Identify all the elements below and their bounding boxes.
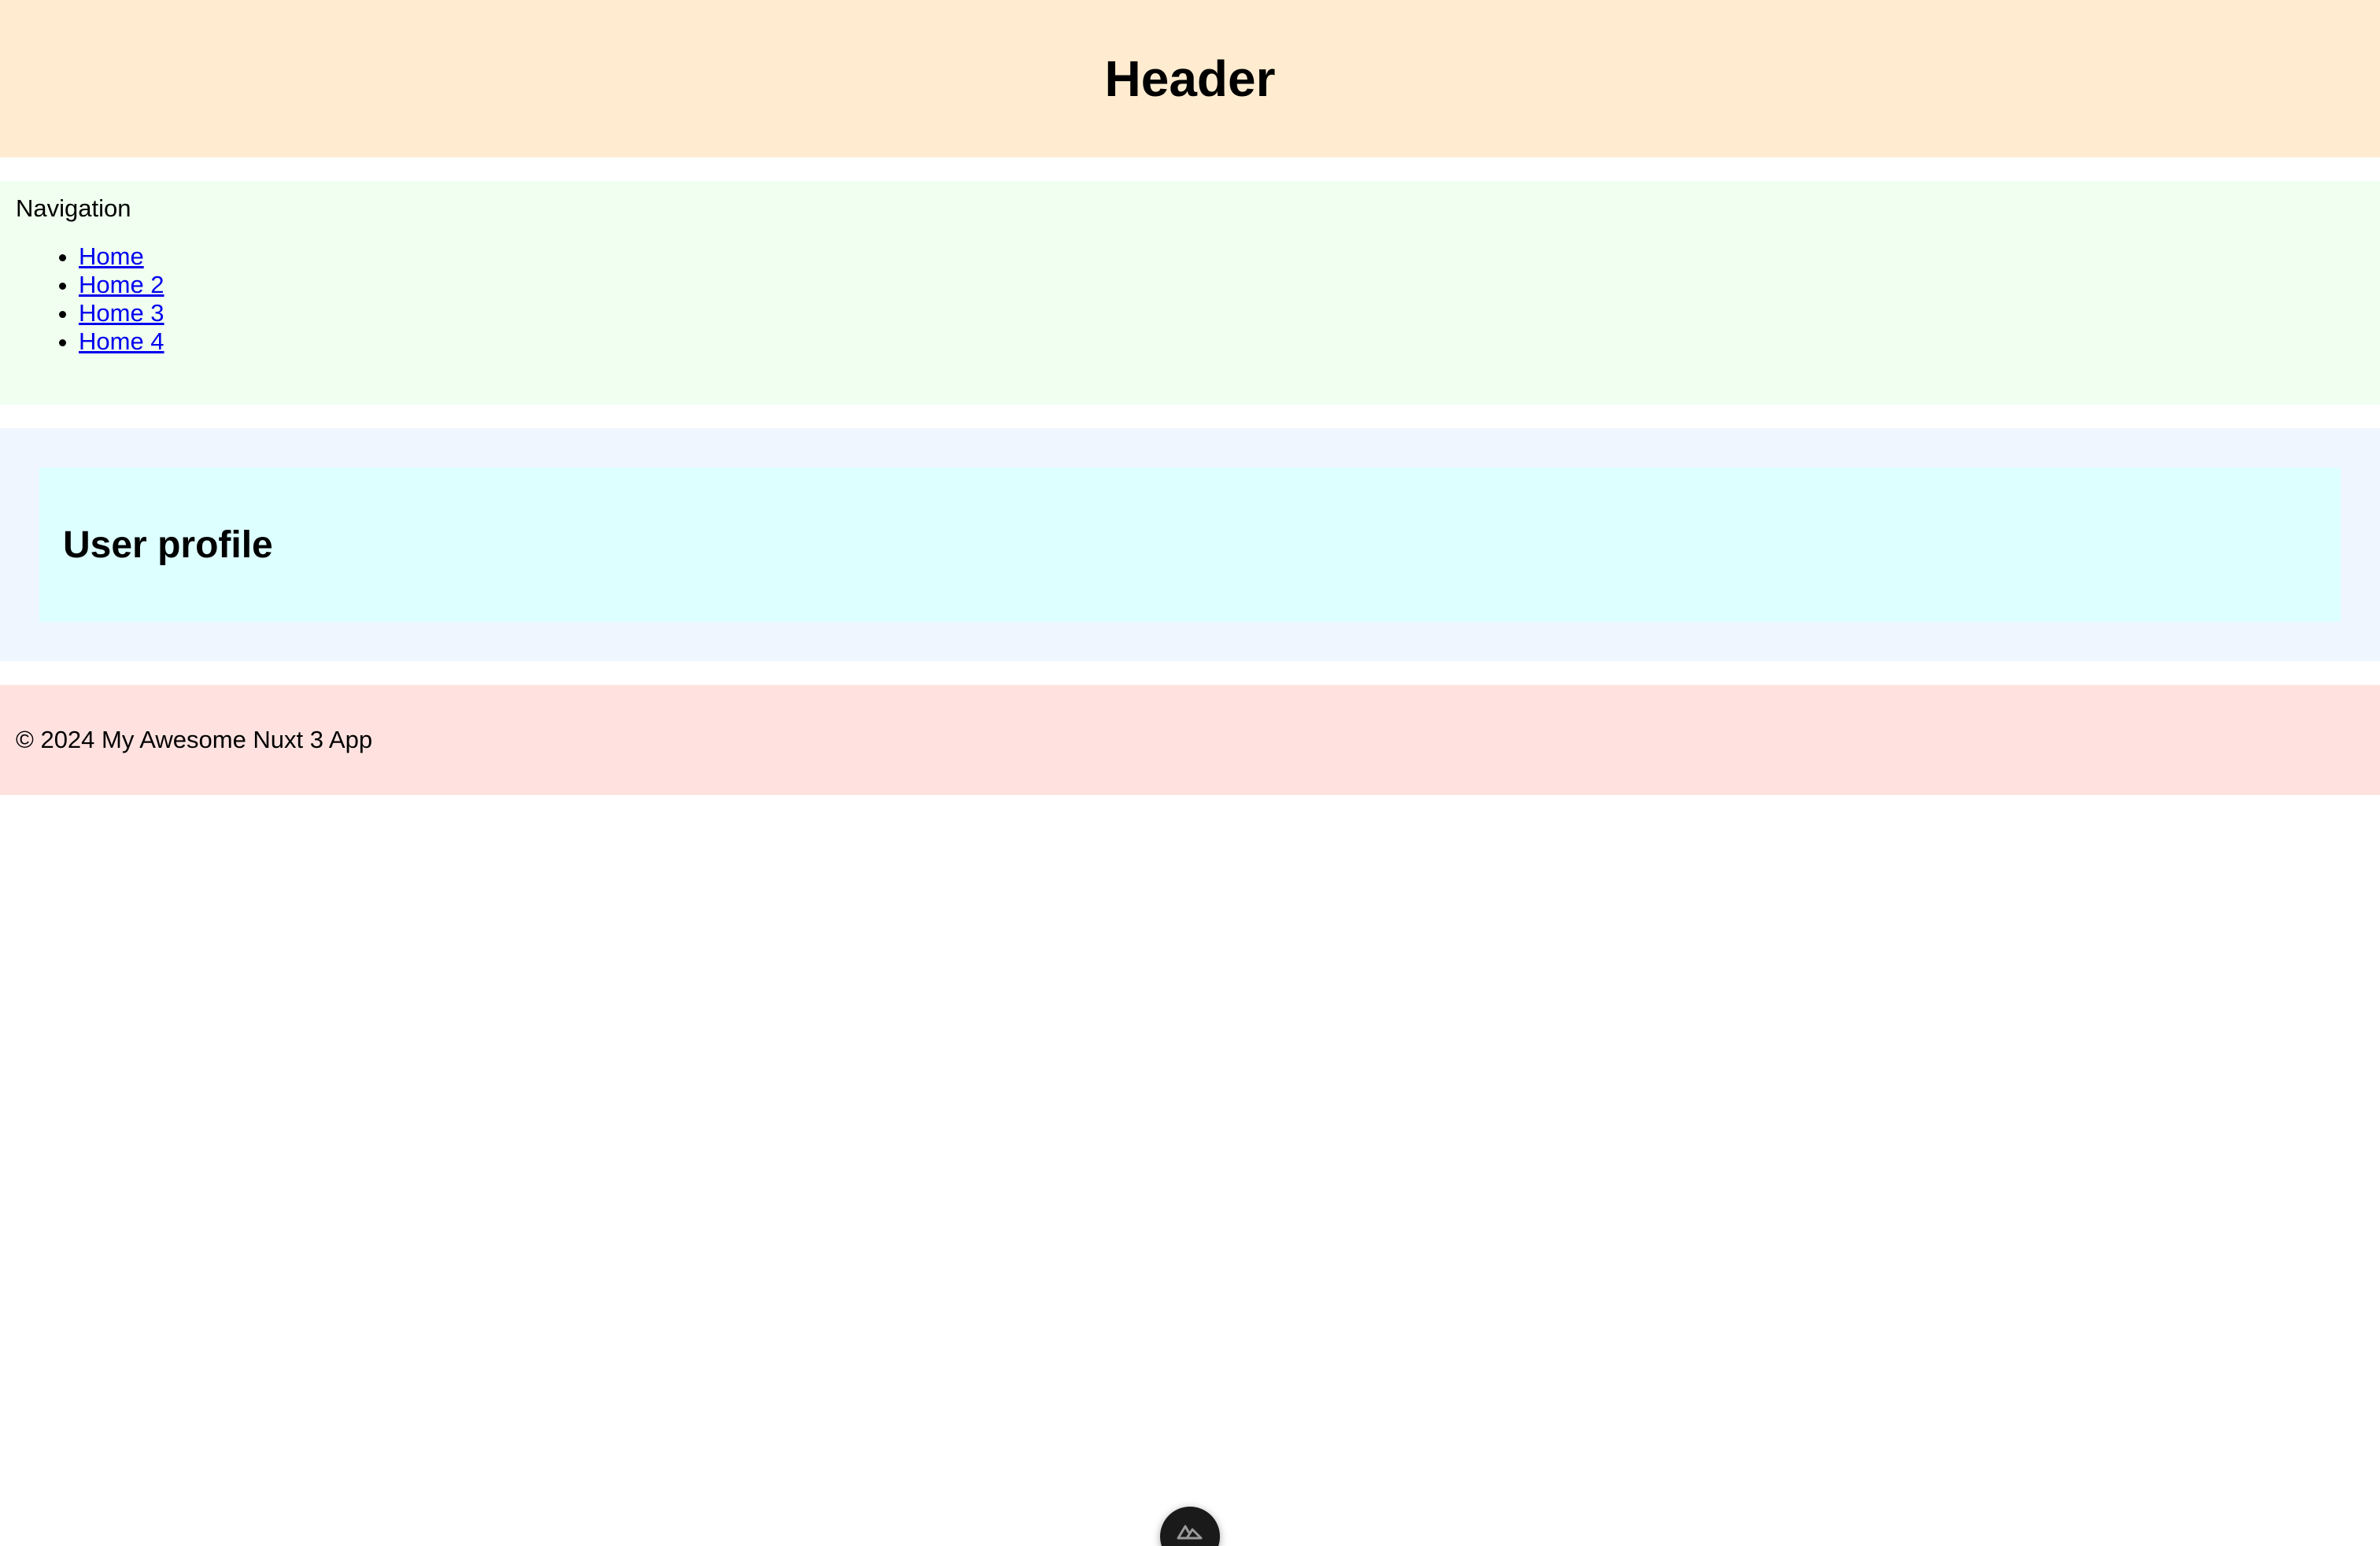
- navigation-list: Home Home 2 Home 3 Home 4: [0, 242, 164, 356]
- nav-list-item: Home 2: [79, 271, 164, 299]
- main-content: User profile: [0, 428, 2380, 661]
- nav-link-home-4[interactable]: Home 4: [79, 327, 164, 355]
- user-profile-card: User profile: [39, 468, 2341, 622]
- nav-link-home[interactable]: Home: [79, 242, 144, 270]
- navigation-section: Navigation Home Home 2 Home 3 Home 4: [0, 181, 2380, 405]
- page-header: Header: [0, 0, 2380, 157]
- header-title: Header: [1104, 50, 1276, 107]
- footer-copyright: © 2024 My Awesome Nuxt 3 App: [16, 726, 373, 753]
- page: Header Navigation Home Home 2 Home 3 Hom…: [0, 0, 2380, 1546]
- nav-list-item: Home: [79, 242, 164, 271]
- page-footer: © 2024 My Awesome Nuxt 3 App: [0, 685, 2380, 795]
- user-profile-heading: User profile: [63, 523, 273, 566]
- nav-list-item: Home 4: [79, 327, 164, 356]
- nav-link-home-2[interactable]: Home 2: [79, 271, 164, 298]
- nuxt-devtools-button[interactable]: [1160, 1507, 1220, 1546]
- nav-list-item: Home 3: [79, 299, 164, 327]
- nav-link-home-3[interactable]: Home 3: [79, 299, 164, 327]
- nuxt-logo-icon: [1177, 1525, 1203, 1540]
- navigation-title: Navigation: [16, 194, 131, 222]
